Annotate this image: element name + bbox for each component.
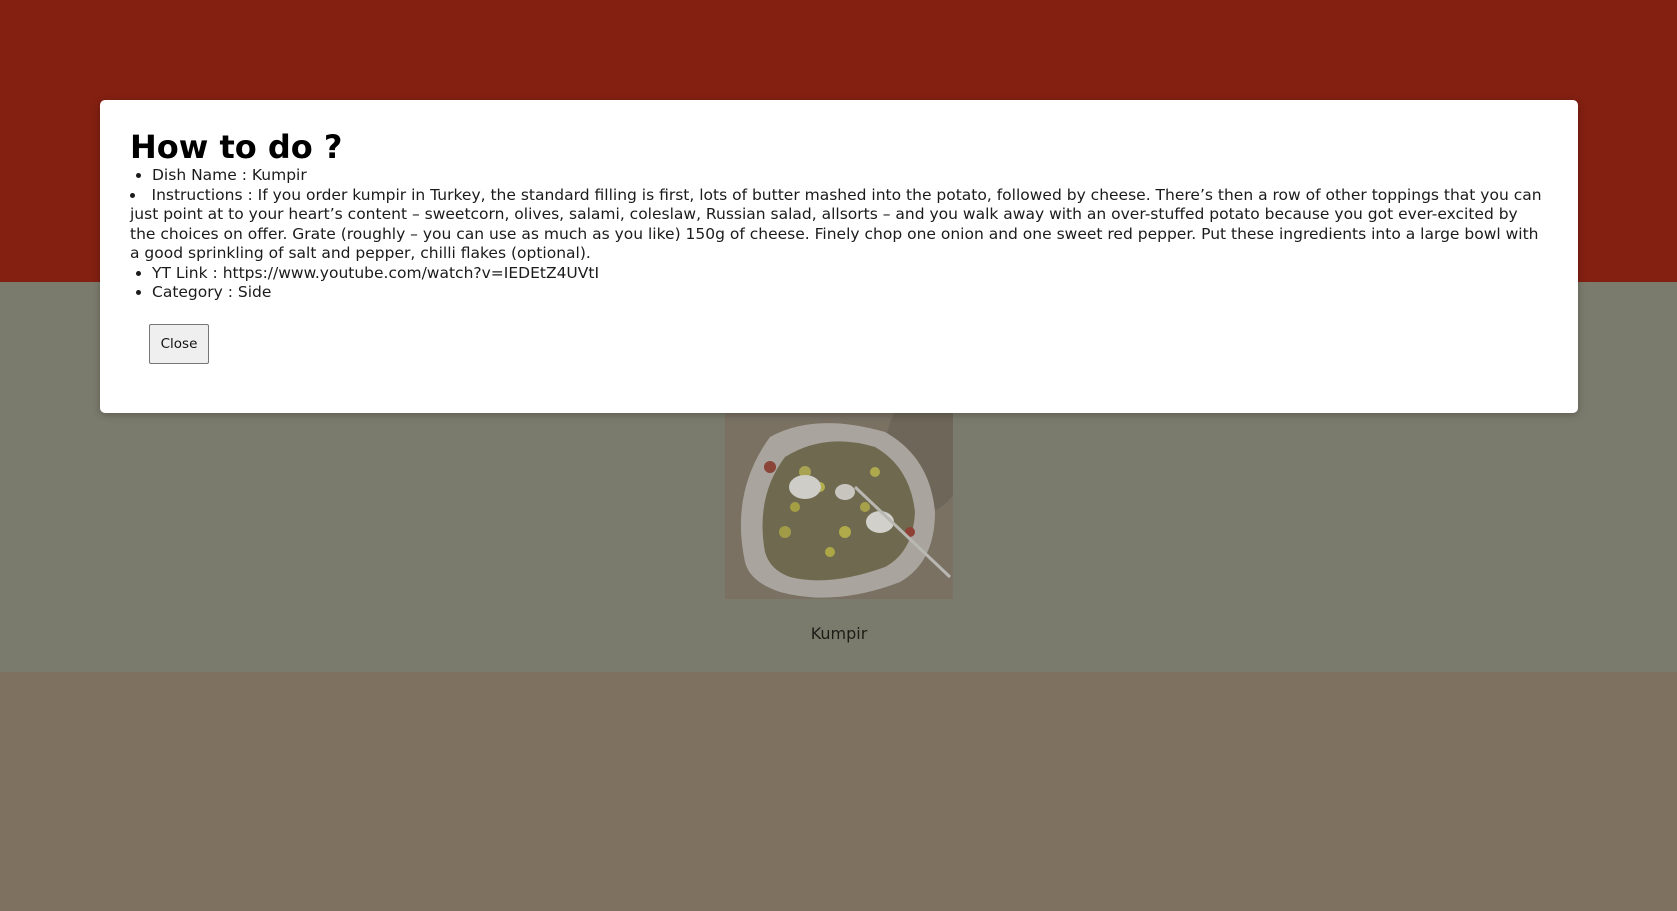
detail-separator: : xyxy=(222,283,238,301)
meal-card[interactable]: Kumpir xyxy=(725,412,953,647)
detail-separator: : xyxy=(207,263,223,282)
detail-separator: : xyxy=(242,185,258,204)
detail-value: Side xyxy=(237,283,272,301)
page: Kumpir How to do ? Dish Name : Kumpir In… xyxy=(0,0,1677,911)
detail-value: Kumpir xyxy=(251,166,307,184)
detail-yt-link: YT Link : https://www.youtube.com/watch?… xyxy=(152,264,1548,284)
recipe-details-list: Dish Name : Kumpir Instructions : If you… xyxy=(130,166,1548,303)
detail-separator: : xyxy=(236,166,252,184)
detail-value: If you order kumpir in Turkey, the stand… xyxy=(130,185,1542,263)
meal-name: Kumpir xyxy=(810,624,868,643)
meal-image[interactable] xyxy=(725,412,953,599)
modal-title: How to do ? xyxy=(130,128,343,166)
close-button[interactable]: Close xyxy=(149,324,209,364)
detail-dish-name: Dish Name : Kumpir xyxy=(152,166,1548,186)
recipe-modal: How to do ? Dish Name : Kumpir Instructi… xyxy=(100,100,1578,413)
detail-label: Instructions xyxy=(151,185,243,204)
detail-label: Category xyxy=(152,283,223,301)
detail-category: Category : Side xyxy=(152,283,1548,303)
footer-band xyxy=(0,672,1677,911)
detail-instructions: Instructions : If you order kumpir in Tu… xyxy=(130,186,1548,264)
meal-photo-icon xyxy=(725,412,953,599)
detail-label: Dish Name xyxy=(152,166,237,184)
detail-label: YT Link xyxy=(152,263,208,282)
detail-value: https://www.youtube.com/watch?v=IEDEtZ4U… xyxy=(222,263,600,282)
